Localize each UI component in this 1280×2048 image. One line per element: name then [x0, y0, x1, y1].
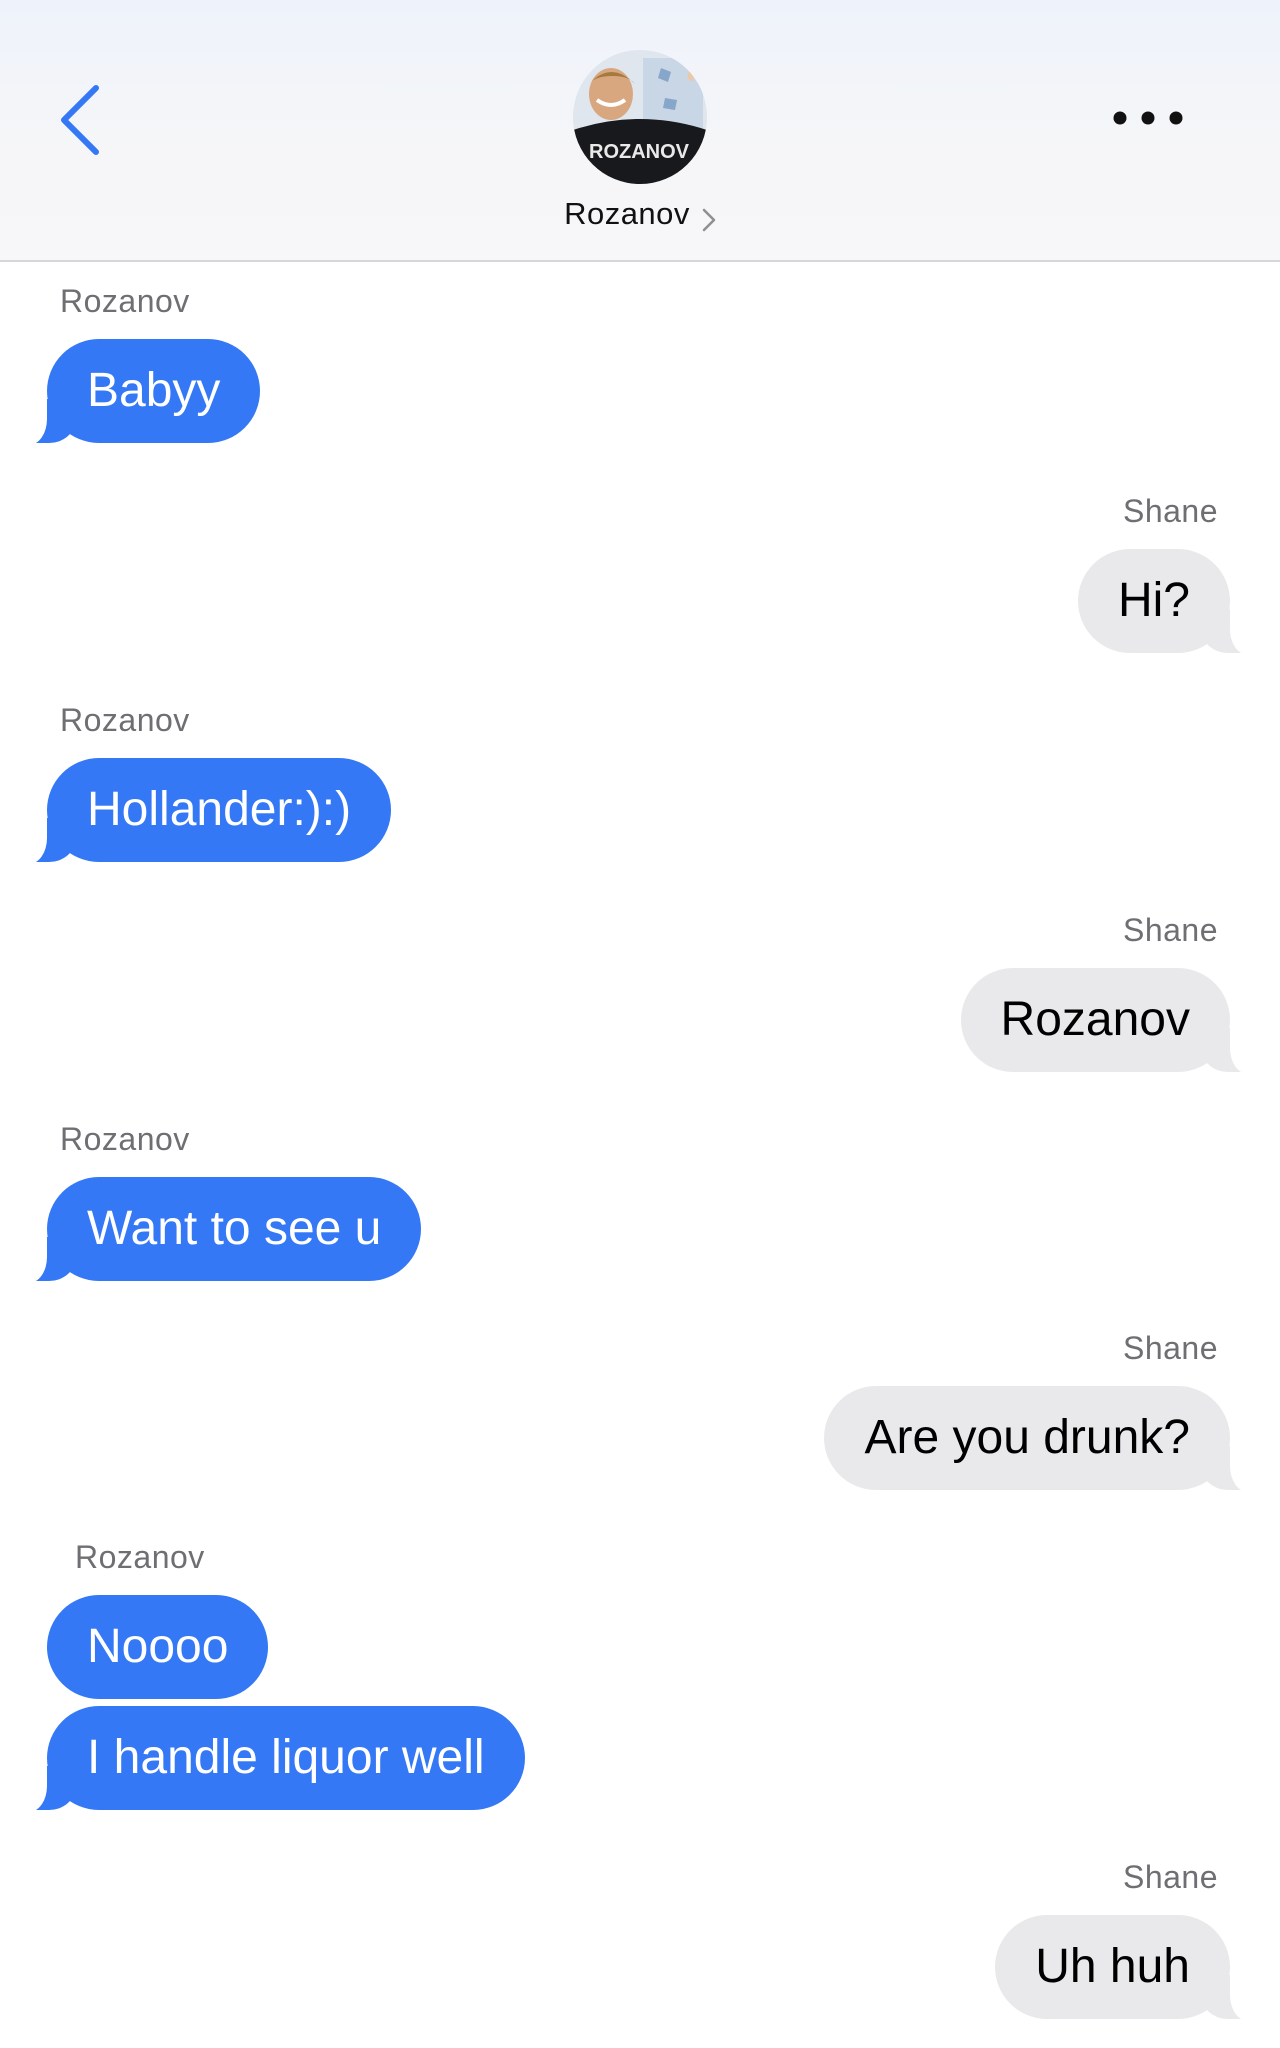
outgoing-message-bubble[interactable]: Are you drunk?	[824, 1386, 1260, 1492]
outgoing-message-bubble[interactable]: Hi?	[1077, 549, 1261, 655]
message-text: Noooo	[87, 1620, 229, 1673]
sender-label: Rozanov	[75, 1539, 205, 1575]
incoming-message-bubble[interactable]: Babyy	[16, 339, 261, 445]
message-text: Want to see u	[87, 1202, 382, 1255]
chevron-left-icon	[61, 85, 99, 155]
more-options-button[interactable]	[1108, 100, 1188, 136]
incoming-message-bubble[interactable]: Noooo	[47, 1595, 269, 1699]
message-text: Hi?	[1117, 574, 1190, 627]
message-text: Hollander:):)	[87, 783, 352, 836]
avatar-jersey-text: ROZANOV	[589, 141, 690, 163]
incoming-message-bubble[interactable]: Hollander:):)	[16, 758, 392, 864]
message-text: Are you drunk?	[864, 1411, 1190, 1464]
sender-label: Rozanov	[60, 1121, 190, 1157]
message-text: Babyy	[87, 364, 221, 417]
conversation-header: ROZANOV Rozanov	[0, 0, 1280, 262]
message-text: I handle liquor well	[87, 1731, 485, 1784]
ellipsis-icon	[1113, 111, 1183, 125]
incoming-message-bubble[interactable]: Want to see u	[16, 1177, 422, 1283]
incoming-message-bubble[interactable]: I handle liquor well	[17, 1706, 525, 1812]
sender-label: Shane	[1122, 1859, 1218, 1895]
back-button[interactable]	[52, 82, 112, 158]
contact-name: Rozanov	[564, 196, 690, 231]
sender-label: Rozanov	[60, 702, 190, 738]
avatar[interactable]: ROZANOV	[573, 50, 707, 184]
outgoing-message-bubble[interactable]: Rozanov	[960, 968, 1261, 1074]
sender-label: Shane	[1122, 1330, 1218, 1366]
chevron-right-icon	[702, 208, 716, 232]
sender-label: Shane	[1122, 493, 1218, 529]
message-text: Uh huh	[1035, 1940, 1190, 1993]
message-text: Rozanov	[1000, 993, 1190, 1046]
outgoing-message-bubble[interactable]: Uh huh	[995, 1915, 1260, 2021]
sender-label: Shane	[1122, 912, 1218, 948]
sender-label: Rozanov	[60, 283, 190, 319]
contact-name-button[interactable]: Rozanov	[0, 196, 1280, 232]
